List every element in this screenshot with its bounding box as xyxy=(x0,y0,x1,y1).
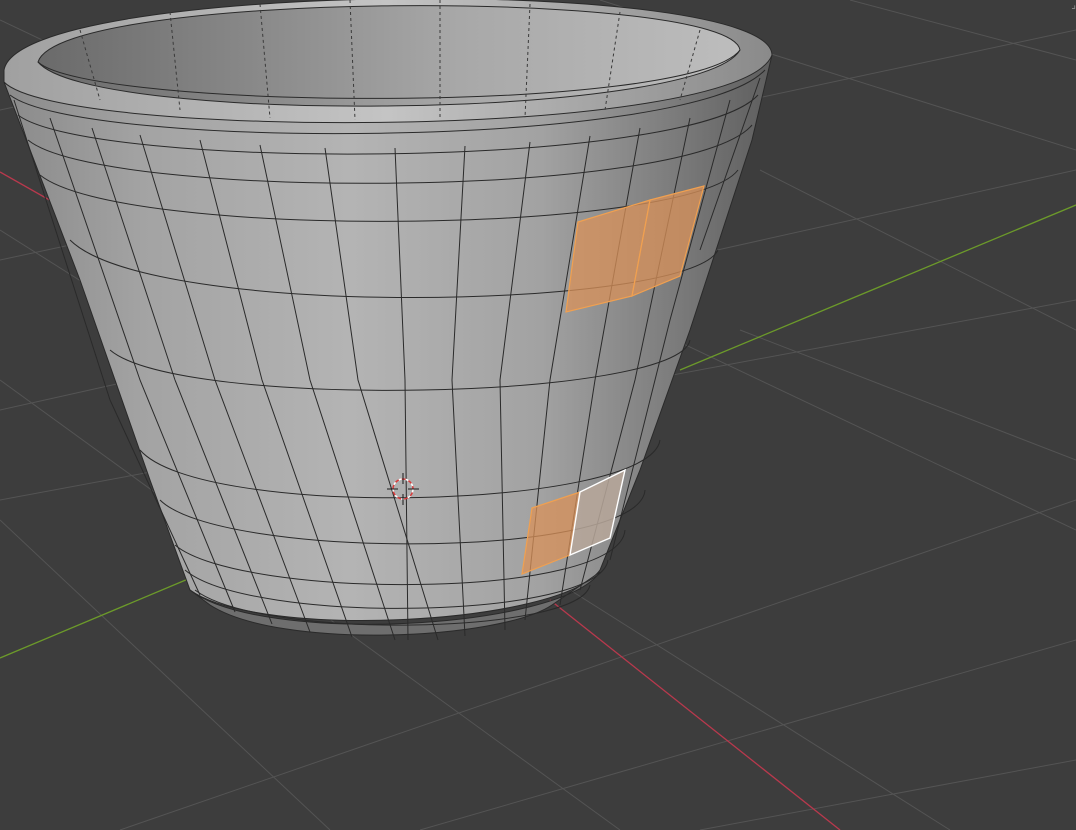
cup-mesh[interactable] xyxy=(3,0,773,641)
y-axis-line xyxy=(0,573,201,659)
cup-outer-surface xyxy=(3,54,773,621)
viewport-canvas[interactable] xyxy=(0,0,1076,830)
x-axis-line-front xyxy=(549,599,841,830)
3d-viewport[interactable]: ⌟ xyxy=(0,0,1076,830)
region-handle-icon[interactable]: ⌟ xyxy=(1068,0,1076,12)
